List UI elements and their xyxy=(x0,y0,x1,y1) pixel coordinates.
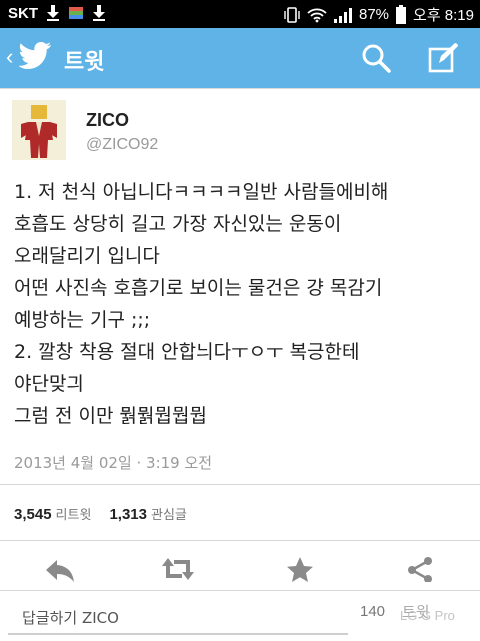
divider xyxy=(0,484,480,485)
tweet-text: 1. 저 천식 아닙니다ㅋㅋㅋㅋ일반 사람들에비해 호흡도 상당히 길고 가장 … xyxy=(14,176,474,432)
device-watermark: LG G Pro xyxy=(400,608,455,623)
signal-icon xyxy=(334,7,352,23)
tweet-line: 어떤 사진속 호흡기로 보이는 물건은 걍 목감기 xyxy=(14,277,383,299)
tweet-line: 2. 깔창 착용 절대 안합늬다ㅜㅇㅜ 복긍한테 xyxy=(14,341,360,363)
tweet-line: 오래달리기 입니다 xyxy=(14,245,160,267)
tweet-timestamp: 2013년 4월 02일 · 3:19 오전 xyxy=(14,454,213,472)
search-icon[interactable] xyxy=(360,42,392,74)
tweet-line: 그럼 전 이만 뭙뭙뭡뭡뭡 xyxy=(14,405,207,427)
app-bar: ‹ 트윗 xyxy=(0,28,480,88)
back-button[interactable]: ‹ xyxy=(6,44,13,70)
share-icon[interactable] xyxy=(406,556,434,582)
gallery-icon xyxy=(69,7,83,19)
download-icon xyxy=(47,5,59,21)
character-count: 140 xyxy=(360,603,386,620)
reply-input[interactable]: 답글하기 ZICO xyxy=(8,595,348,635)
favorite-label[interactable]: 관심글 xyxy=(151,504,187,523)
reply-icon[interactable] xyxy=(44,556,76,582)
battery-icon xyxy=(396,4,407,24)
compose-icon[interactable] xyxy=(428,42,460,74)
twitter-bird-icon[interactable] xyxy=(18,41,52,71)
tweet-stats: 3,545 리트윗 1,313 관심글 xyxy=(14,504,201,523)
tweet-line: 1. 저 천식 아닙니다ㅋㅋㅋㅋ일반 사람들에비해 xyxy=(14,181,389,203)
avatar[interactable] xyxy=(12,100,66,160)
favorite-star-icon[interactable] xyxy=(286,556,314,582)
battery-percent: 87% xyxy=(359,6,390,23)
user-handle[interactable]: @ZICO92 xyxy=(86,136,158,154)
status-bar: SKT 87% 오후 8:19 xyxy=(0,0,480,28)
wifi-icon xyxy=(307,8,327,22)
retweet-count[interactable]: 3,545 xyxy=(14,506,52,523)
tweet-line: 야단맞긔 xyxy=(14,373,84,395)
clock: 오후 8:19 xyxy=(413,7,474,24)
carrier-label: SKT xyxy=(8,4,38,22)
retweet-label[interactable]: 리트윗 xyxy=(56,504,92,523)
page-title: 트윗 xyxy=(64,50,105,75)
divider xyxy=(0,88,480,89)
vibrate-icon xyxy=(284,6,300,23)
tweet-actions xyxy=(0,556,480,582)
tweet-line: 호흡도 상당히 길고 가장 자신있는 운동이 xyxy=(14,213,342,235)
user-name[interactable]: ZICO xyxy=(86,110,129,131)
download-icon xyxy=(93,5,105,21)
divider xyxy=(0,540,480,541)
tweet-line: 예방하는 기구 ;;; xyxy=(14,309,151,331)
favorite-count[interactable]: 1,313 xyxy=(109,506,147,523)
reply-placeholder: 답글하기 ZICO xyxy=(22,609,119,627)
retweet-icon[interactable] xyxy=(160,556,196,582)
